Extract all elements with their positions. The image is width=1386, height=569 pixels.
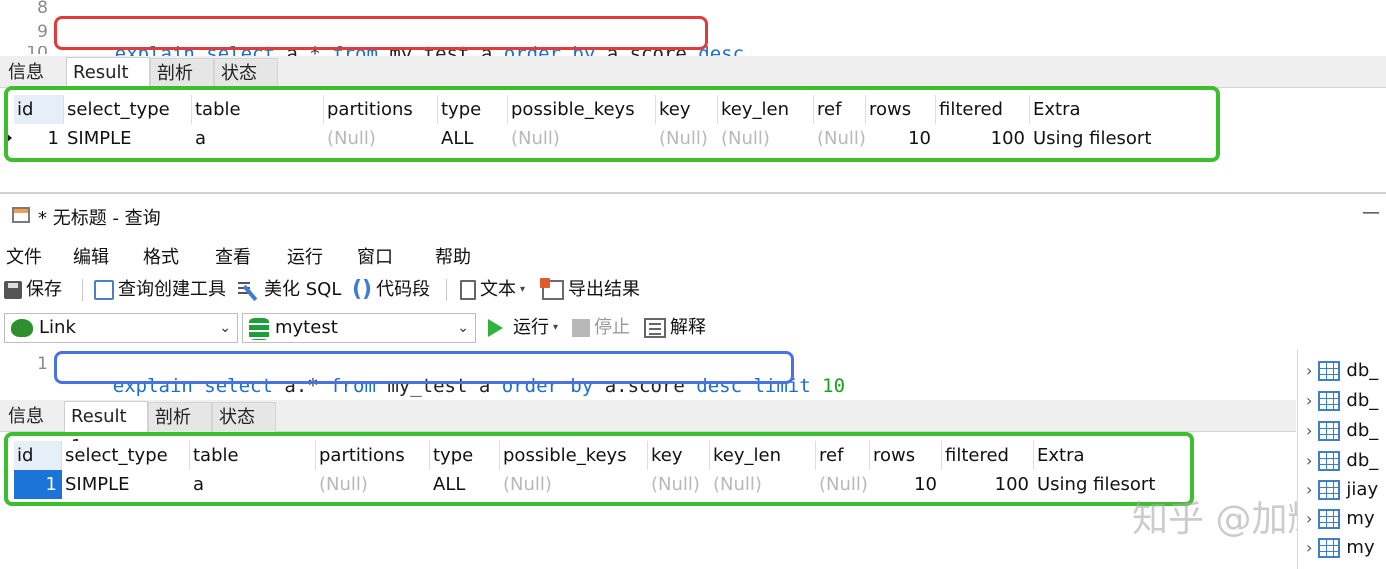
export-icon	[540, 278, 564, 300]
chevron-right-icon: ›	[1306, 391, 1313, 410]
table-query-icon	[12, 207, 30, 223]
snippet-label: 代码段	[376, 279, 431, 300]
window-titlebar: * 无标题 - 查询 —	[0, 194, 1386, 234]
sidebar-item-label: db_	[1346, 390, 1379, 411]
beautify-label: 美化 SQL	[264, 279, 342, 300]
tab-status[interactable]: 状态	[212, 402, 276, 432]
table-icon	[1318, 537, 1341, 558]
sidebar-item-label: my	[1346, 537, 1375, 558]
toolbar-divider	[82, 279, 83, 301]
sidebar-item-table[interactable]: › jiay	[1306, 479, 1378, 500]
table-icon	[1318, 479, 1341, 500]
top-sql-editor[interactable]: 8 9 10 explain select a.* from my_test a…	[0, 0, 1386, 65]
export-results-button[interactable]: 导出结果	[540, 276, 640, 304]
tab-status[interactable]: 状态	[214, 58, 278, 88]
text-document-icon	[460, 280, 476, 300]
window-title: * 无标题 - 查询	[38, 208, 161, 229]
sidebar-item-label: db_	[1346, 360, 1379, 381]
database-icon	[249, 318, 269, 340]
stop-icon	[572, 319, 590, 337]
chevron-right-icon: ›	[1306, 509, 1313, 528]
stop-label: 停止	[594, 317, 630, 338]
text-label: 文本	[480, 279, 516, 300]
database-label: mytest	[275, 317, 338, 338]
sidebar-item-table[interactable]: › db_	[1306, 450, 1378, 471]
connection-label: Link	[39, 317, 76, 338]
run-button[interactable]: 运行 ▾	[488, 314, 558, 342]
play-icon	[488, 319, 503, 337]
chevron-right-icon: ›	[1306, 451, 1313, 470]
minimize-button[interactable]: —	[1362, 202, 1380, 223]
sidebar-item-label: my	[1346, 508, 1375, 529]
line-number: 9	[37, 22, 48, 42]
sidebar-item-table[interactable]: › db_	[1306, 390, 1378, 411]
beautify-icon	[238, 280, 260, 302]
menu-view[interactable]: 查看	[215, 243, 251, 269]
explain-icon	[644, 318, 666, 338]
table-icon	[1318, 508, 1341, 529]
chevron-right-icon: ›	[1306, 361, 1313, 380]
tab-profile[interactable]: 剖析	[148, 402, 212, 432]
save-button[interactable]: 保存	[4, 276, 62, 304]
table-icon	[1318, 390, 1341, 411]
chevron-right-icon: ›	[1306, 480, 1313, 499]
dropdown-arrow-icon: ▾	[520, 284, 526, 295]
menu-format[interactable]: 格式	[143, 243, 179, 269]
tab-result-1[interactable]: Result 1	[66, 57, 150, 113]
highlight-box-blue	[54, 351, 794, 384]
sidebar-item-label: db_	[1346, 420, 1379, 441]
line-number: 10	[0, 46, 48, 54]
sidebar-item-table[interactable]: › my	[1306, 508, 1375, 529]
menu-run[interactable]: 运行	[287, 243, 323, 269]
query-builder-button[interactable]: 查询创建工具	[94, 276, 226, 304]
tab-info[interactable]: 信息	[2, 58, 50, 88]
toolbar-divider	[446, 279, 447, 301]
sidebar-item-table[interactable]: › db_	[1306, 420, 1378, 441]
sidebar-item-label: jiay	[1346, 479, 1379, 500]
chevron-right-icon: ›	[1306, 538, 1313, 557]
line-number: 8	[37, 0, 48, 18]
snippet-icon: ()	[352, 277, 373, 302]
export-label: 导出结果	[568, 279, 640, 300]
tab-profile[interactable]: 剖析	[150, 58, 214, 88]
database-select[interactable]: mytest ⌄	[242, 313, 476, 343]
chevron-down-icon: ⌄	[219, 320, 231, 336]
chevron-right-icon: ›	[1306, 421, 1313, 440]
connection-icon	[11, 319, 33, 337]
watermark: 知乎 @加耀	[1132, 499, 1324, 540]
bottom-result-tabbar: 信息 Result 1 剖析 状态	[0, 400, 1296, 457]
query-builder-label: 查询创建工具	[118, 279, 226, 300]
stop-button[interactable]: 停止	[572, 314, 630, 342]
bottom-sql-editor[interactable]: 1 explain select a.* from my_test a orde…	[0, 350, 1296, 400]
tab-result-1[interactable]: Result 1	[64, 401, 148, 457]
explain-label: 解释	[670, 317, 706, 338]
line-number: 1	[37, 354, 48, 374]
save-icon	[4, 281, 22, 299]
menu-file[interactable]: 文件	[6, 243, 42, 269]
text-mode-button[interactable]: 文本 ▾	[460, 276, 525, 304]
sidebar-item-table[interactable]: › db_	[1306, 360, 1378, 381]
table-icon	[1318, 360, 1341, 381]
chevron-down-icon: ⌄	[457, 320, 469, 336]
highlight-box-red	[54, 16, 708, 50]
highlight-box-green	[4, 86, 1220, 162]
dropdown-arrow-icon: ▾	[553, 322, 559, 333]
top-result-tabbar: 信息 Result 1 剖析 状态	[0, 56, 1386, 113]
menu-help[interactable]: 帮助	[435, 243, 471, 269]
run-label: 运行	[513, 317, 549, 338]
table-icon	[1318, 420, 1341, 441]
explain-button[interactable]: 解释	[644, 314, 706, 342]
snippet-button[interactable]: () 代码段	[352, 276, 430, 304]
sidebar-item-label: db_	[1346, 450, 1379, 471]
highlight-box-green	[4, 432, 1194, 506]
tab-info[interactable]: 信息	[2, 402, 50, 432]
table-icon	[1318, 450, 1341, 471]
connection-select[interactable]: Link ⌄	[4, 313, 238, 343]
query-builder-icon	[94, 280, 114, 300]
save-label: 保存	[26, 279, 62, 300]
menu-window[interactable]: 窗口	[357, 243, 393, 269]
menu-edit[interactable]: 编辑	[73, 243, 109, 269]
beautify-sql-button[interactable]: 美化 SQL	[238, 276, 341, 304]
sidebar-item-table[interactable]: › my	[1306, 537, 1375, 558]
